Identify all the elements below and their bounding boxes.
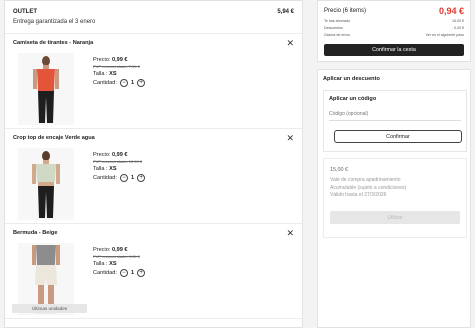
plus-icon[interactable]: + (137, 173, 146, 182)
item-title: Crop top de encaje Verde agua (13, 135, 95, 141)
price-label: Precio: (93, 247, 112, 253)
savings-label: Te has ahorrado (324, 19, 350, 23)
item-details: Precio: 0,99 € PVP recomendado: 12,99 € … (93, 151, 146, 182)
voucher-name: Vale de compra apadrinamiento (330, 177, 401, 183)
shipping-label: Gastos de envío (324, 33, 351, 37)
item-title: Bermuda - Beige (13, 230, 58, 236)
quantity-value: 1 (130, 269, 135, 276)
size-label: Talla : (93, 71, 110, 78)
cart-item: Bermuda - Beige ✕ Últimas unidades Preci… (5, 224, 302, 319)
price-label: Precio: (93, 57, 112, 63)
order-summary: Precio (6 items) 0,94 € Te has ahorrado … (317, 0, 471, 62)
discount-title: Aplicar un descuento (323, 76, 380, 82)
use-voucher-button[interactable]: Utilizar (330, 211, 460, 224)
quantity-value: 1 (130, 174, 135, 181)
quantity-stepper: Cantidad: − 1 + (93, 268, 146, 277)
item-details: Precio: 0,99 € PVP recomendado: 7,99 € T… (93, 56, 146, 87)
last-units-badge: Últimas unidades (12, 304, 87, 313)
voucher-card: 15,00 € Vale de compra apadrinamiento Ac… (323, 158, 467, 238)
size-label: Talla : (93, 261, 110, 268)
minus-icon[interactable]: − (119, 173, 128, 182)
discount-panel: Aplicar un descuento Aplicar un código C… (317, 69, 471, 328)
delivery-text: Entrega garantizada el 3 enero (13, 19, 96, 25)
cart-item: Camiseta de tirantes - Naranja ✕ Precio:… (5, 34, 302, 129)
item-details: Precio: 0,99 € PVP recomendado: 9,99 € T… (93, 246, 146, 277)
price-label: Precio: (93, 152, 112, 158)
shipping-value: Ver en el siguiente paso (425, 33, 464, 37)
item-size: XS (109, 166, 117, 173)
quantity-label: Cantidad: (93, 269, 117, 276)
close-icon[interactable]: ✕ (286, 38, 294, 49)
shipping-row: Gastos de envío Ver en el siguiente paso (324, 33, 464, 37)
discounts-value: - 5,00 € (451, 26, 464, 30)
close-icon[interactable]: ✕ (286, 228, 294, 239)
quantity-label: Cantidad: (93, 79, 117, 86)
item-price: 0,99 € (111, 247, 128, 253)
outlet-header: OUTLET 5,94 € Entrega garantizada el 3 e… (5, 1, 302, 34)
confirm-code-button[interactable]: Confirmar (334, 130, 462, 143)
code-input[interactable] (329, 108, 461, 121)
item-size: XS (109, 261, 117, 268)
savings-row: Te has ahorrado 16,00 € (324, 19, 464, 23)
cart-item: Crop top de encaje Verde agua ✕ Precio: … (5, 129, 302, 224)
savings-value: 16,00 € (452, 19, 464, 23)
minus-icon[interactable]: − (119, 78, 128, 87)
code-title: Aplicar un código (329, 96, 377, 102)
minus-icon[interactable]: − (119, 268, 128, 277)
item-size: XS (109, 71, 117, 78)
product-image[interactable] (18, 53, 74, 125)
plus-icon[interactable]: + (137, 78, 146, 87)
item-price: 0,99 € (111, 57, 128, 63)
outlet-price: 5,94 € (277, 9, 294, 15)
quantity-value: 1 (130, 79, 135, 86)
quantity-stepper: Cantidad: − 1 + (93, 78, 146, 87)
outlet-label: OUTLET (13, 9, 37, 15)
voucher-conditions: Acumulable (sujeto a condiciones) (330, 184, 407, 191)
product-image[interactable] (18, 148, 74, 220)
confirm-cart-button[interactable]: Confirmar la cesta (324, 44, 464, 56)
items-price-label: Precio (6 items) (324, 8, 367, 14)
code-box: Aplicar un código Confirmar (323, 90, 467, 152)
discounts-label: Descuentos (324, 26, 343, 30)
discounts-row: Descuentos - 5,00 € (324, 26, 464, 30)
order-total: 0,94 € (438, 6, 464, 16)
size-label: Talla : (93, 166, 110, 173)
quantity-stepper: Cantidad: − 1 + (93, 173, 146, 182)
voucher-amount: 15,00 € (330, 167, 348, 173)
item-title: Camiseta de tirantes - Naranja (13, 40, 94, 46)
voucher-validity: Válido hasta el 27/3/2026 (330, 192, 387, 198)
plus-icon[interactable]: + (137, 268, 146, 277)
quantity-label: Cantidad: (93, 174, 117, 181)
cart-panel: OUTLET 5,94 € Entrega garantizada el 3 e… (4, 0, 303, 328)
close-icon[interactable]: ✕ (286, 133, 294, 144)
item-price: 0,99 € (111, 152, 128, 158)
